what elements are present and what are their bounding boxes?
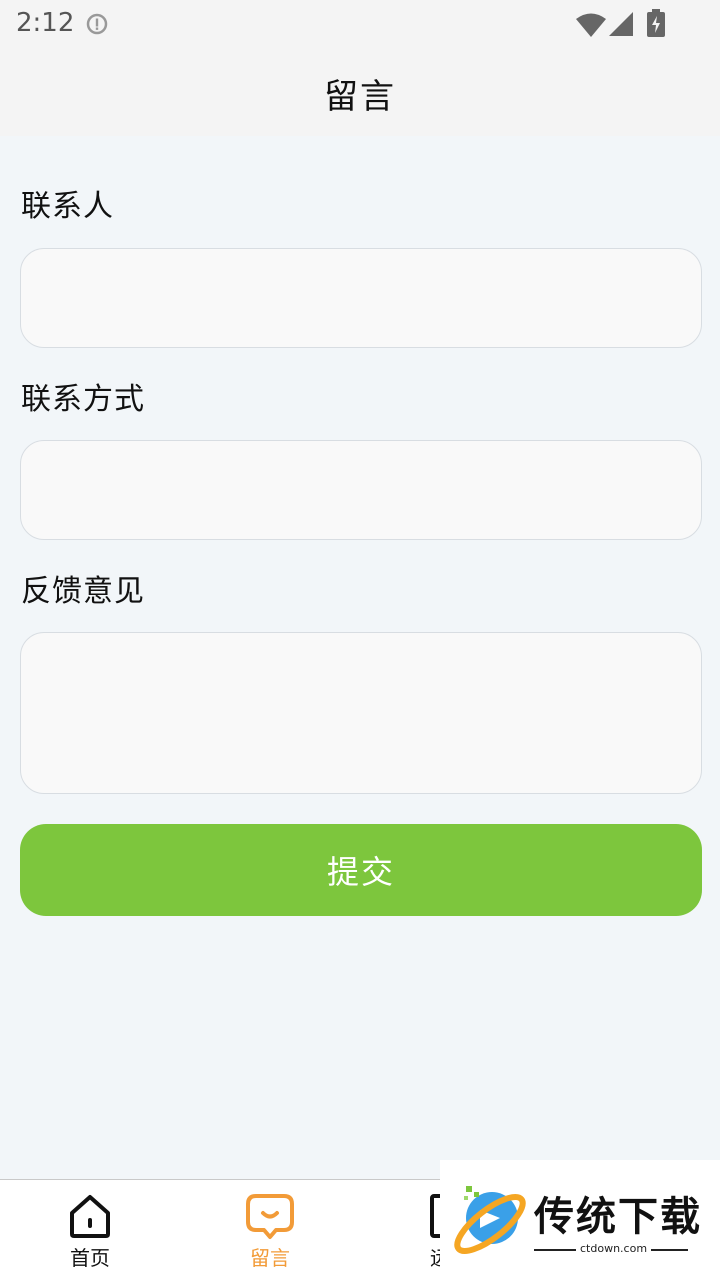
info-icon bbox=[86, 13, 108, 35]
battery-charging-icon bbox=[647, 9, 665, 37]
watermark-url: ctdown.com bbox=[576, 1242, 652, 1255]
feedback-textarea[interactable] bbox=[20, 632, 702, 794]
submit-button[interactable]: 提交 bbox=[20, 824, 702, 916]
contact-person-label: 联系人 bbox=[21, 189, 114, 224]
title-bar: 留言 bbox=[0, 50, 720, 136]
contact-person-input[interactable] bbox=[20, 248, 702, 348]
nav-label-message: 留言 bbox=[250, 1246, 290, 1270]
nav-label-home: 首页 bbox=[70, 1246, 110, 1270]
contact-method-label: 联系方式 bbox=[21, 382, 145, 417]
signal-icon bbox=[609, 12, 633, 36]
status-bar: 2:12 bbox=[0, 0, 720, 50]
watermark-text: 传统下载 bbox=[534, 1194, 702, 1240]
wifi-icon bbox=[576, 13, 606, 37]
status-time: 2:12 bbox=[16, 8, 75, 38]
watermark: 传统下载 ctdown.com bbox=[440, 1160, 720, 1280]
contact-method-input[interactable] bbox=[20, 440, 702, 540]
feedback-label: 反馈意见 bbox=[21, 574, 145, 609]
home-icon bbox=[70, 1195, 110, 1238]
message-icon bbox=[246, 1194, 294, 1239]
nav-item-message[interactable]: 留言 bbox=[180, 1180, 360, 1280]
watermark-logo-icon bbox=[454, 1186, 526, 1254]
nav-item-home[interactable]: 首页 bbox=[0, 1180, 180, 1280]
page-title: 留言 bbox=[324, 76, 396, 117]
